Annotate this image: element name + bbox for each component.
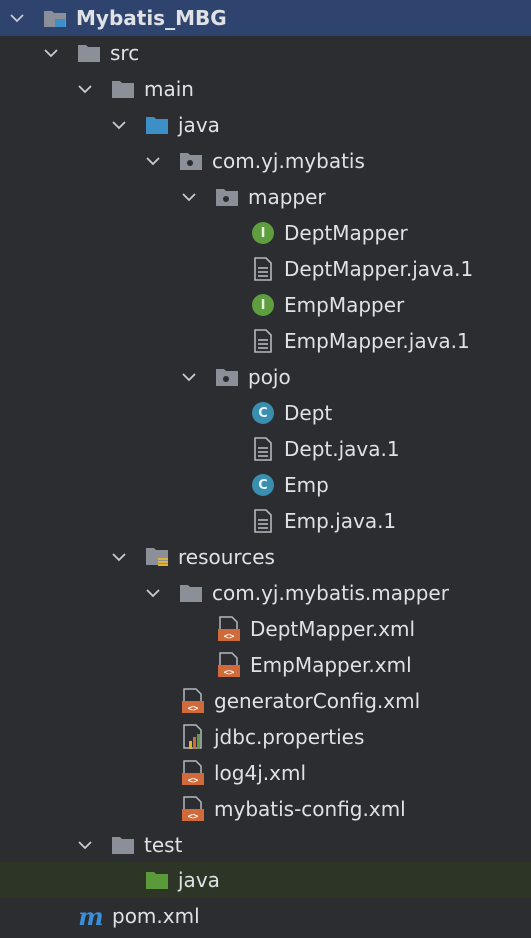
- test-java-label: java: [178, 868, 220, 892]
- package-icon: [178, 147, 204, 175]
- chevron-down-icon[interactable]: [106, 107, 132, 143]
- tree-row-test[interactable]: test: [0, 827, 531, 863]
- chevron-down-icon[interactable]: [140, 575, 166, 611]
- log4j-label: log4j.xml: [214, 761, 307, 785]
- tree-row-dept[interactable]: C Dept: [0, 395, 531, 431]
- interface-letter: I: [252, 294, 274, 316]
- chevron-down-icon[interactable]: [176, 179, 202, 215]
- tree-row-dept-mapper[interactable]: I DeptMapper: [0, 215, 531, 251]
- tree-row-dept-java1[interactable]: Dept.java.1: [0, 431, 531, 467]
- main-label: main: [144, 77, 194, 101]
- properties-file-icon: [180, 723, 206, 751]
- module-folder-icon: [42, 4, 68, 32]
- chevron-down-icon[interactable]: [72, 827, 98, 863]
- dept-mapper-java1-label: DeptMapper.java.1: [284, 257, 474, 281]
- svg-text:<>: <>: [188, 776, 199, 786]
- chevron-down-icon[interactable]: [106, 539, 132, 575]
- project-name: Mybatis_MBG: [76, 6, 227, 30]
- chevron-down-icon[interactable]: [4, 0, 30, 36]
- chevron-down-icon[interactable]: [176, 359, 202, 395]
- folder-icon: [110, 831, 136, 859]
- xml-file-icon: <>: [216, 615, 242, 643]
- maven-letter: m: [78, 901, 104, 931]
- package-label: com.yj.mybatis: [212, 149, 365, 173]
- tree-row-emp[interactable]: C Emp: [0, 467, 531, 503]
- text-file-icon: [250, 507, 276, 535]
- folder-icon: [178, 579, 204, 607]
- source-folder-icon: [144, 111, 170, 139]
- resources-folder-icon: [144, 543, 170, 571]
- svg-text:<>: <>: [188, 704, 199, 714]
- tree-row-dept-mapper-java1[interactable]: DeptMapper.java.1: [0, 251, 531, 287]
- tree-row-emp-mapper-xml[interactable]: <> EmpMapper.xml: [0, 647, 531, 683]
- emp-mapper-label: EmpMapper: [284, 293, 405, 317]
- svg-text:<>: <>: [188, 812, 199, 822]
- test-label: test: [144, 833, 183, 857]
- dept-label: Dept: [284, 401, 333, 425]
- tree-row-main[interactable]: main: [0, 71, 531, 107]
- emp-mapper-java1-label: EmpMapper.java.1: [284, 329, 470, 353]
- tree-row-project[interactable]: Mybatis_MBG: [0, 0, 531, 36]
- package-icon: [214, 363, 240, 391]
- generator-config-label: generatorConfig.xml: [214, 689, 421, 713]
- tree-row-test-java[interactable]: java: [0, 862, 531, 898]
- class-letter: C: [252, 474, 274, 496]
- xml-file-icon: <>: [180, 759, 206, 787]
- xml-file-icon: <>: [216, 651, 242, 679]
- mybatis-config-label: mybatis-config.xml: [214, 797, 406, 821]
- project-tree: Mybatis_MBG src main java com.yj.mybatis…: [0, 0, 531, 938]
- emp-mapper-xml-label: EmpMapper.xml: [250, 653, 412, 677]
- test-source-folder-icon: [144, 866, 170, 894]
- text-file-icon: [250, 255, 276, 283]
- chevron-down-icon[interactable]: [38, 35, 64, 71]
- xml-file-icon: <>: [180, 687, 206, 715]
- dept-java1-label: Dept.java.1: [284, 437, 400, 461]
- tree-row-pojo[interactable]: pojo: [0, 359, 531, 395]
- tree-row-generator-config[interactable]: <> generatorConfig.xml: [0, 683, 531, 719]
- tree-row-pom[interactable]: m pom.xml: [0, 898, 531, 934]
- tree-row-java[interactable]: java: [0, 107, 531, 143]
- src-label: src: [110, 41, 140, 65]
- folder-icon: [76, 39, 102, 67]
- class-icon: C: [250, 399, 276, 427]
- text-file-icon: [250, 327, 276, 355]
- pojo-label: pojo: [248, 365, 291, 389]
- dept-mapper-xml-label: DeptMapper.xml: [250, 617, 416, 641]
- svg-text:<>: <>: [224, 668, 235, 678]
- resources-label: resources: [178, 545, 275, 569]
- tree-row-resources[interactable]: resources: [0, 539, 531, 575]
- tree-row-emp-mapper-java1[interactable]: EmpMapper.java.1: [0, 323, 531, 359]
- tree-row-dept-mapper-xml[interactable]: <> DeptMapper.xml: [0, 611, 531, 647]
- tree-row-jdbc-properties[interactable]: jdbc.properties: [0, 719, 531, 755]
- class-letter: C: [252, 402, 274, 424]
- jdbc-properties-label: jdbc.properties: [214, 725, 365, 749]
- xml-file-icon: <>: [180, 795, 206, 823]
- java-label: java: [178, 113, 220, 137]
- tree-row-mybatis-config[interactable]: <> mybatis-config.xml: [0, 791, 531, 827]
- tree-row-emp-mapper[interactable]: I EmpMapper: [0, 287, 531, 323]
- tree-row-package[interactable]: com.yj.mybatis: [0, 143, 531, 179]
- emp-label: Emp: [284, 473, 329, 497]
- tree-row-src[interactable]: src: [0, 35, 531, 71]
- tree-row-res-package[interactable]: com.yj.mybatis.mapper: [0, 575, 531, 611]
- interface-icon: I: [250, 291, 276, 319]
- package-icon: [214, 183, 240, 211]
- interface-letter: I: [252, 222, 274, 244]
- interface-icon: I: [250, 219, 276, 247]
- chevron-down-icon[interactable]: [72, 71, 98, 107]
- svg-text:<>: <>: [224, 632, 235, 642]
- text-file-icon: [250, 435, 276, 463]
- chevron-down-icon[interactable]: [140, 143, 166, 179]
- pom-label: pom.xml: [112, 904, 200, 928]
- tree-row-mapper[interactable]: mapper: [0, 179, 531, 215]
- dept-mapper-label: DeptMapper: [284, 221, 408, 245]
- maven-icon: m: [78, 901, 104, 931]
- tree-row-log4j[interactable]: <> log4j.xml: [0, 755, 531, 791]
- tree-row-emp-java1[interactable]: Emp.java.1: [0, 503, 531, 539]
- emp-java1-label: Emp.java.1: [284, 509, 397, 533]
- class-icon: C: [250, 471, 276, 499]
- mapper-label: mapper: [248, 185, 326, 209]
- folder-icon: [110, 75, 136, 103]
- res-package-label: com.yj.mybatis.mapper: [212, 581, 449, 605]
